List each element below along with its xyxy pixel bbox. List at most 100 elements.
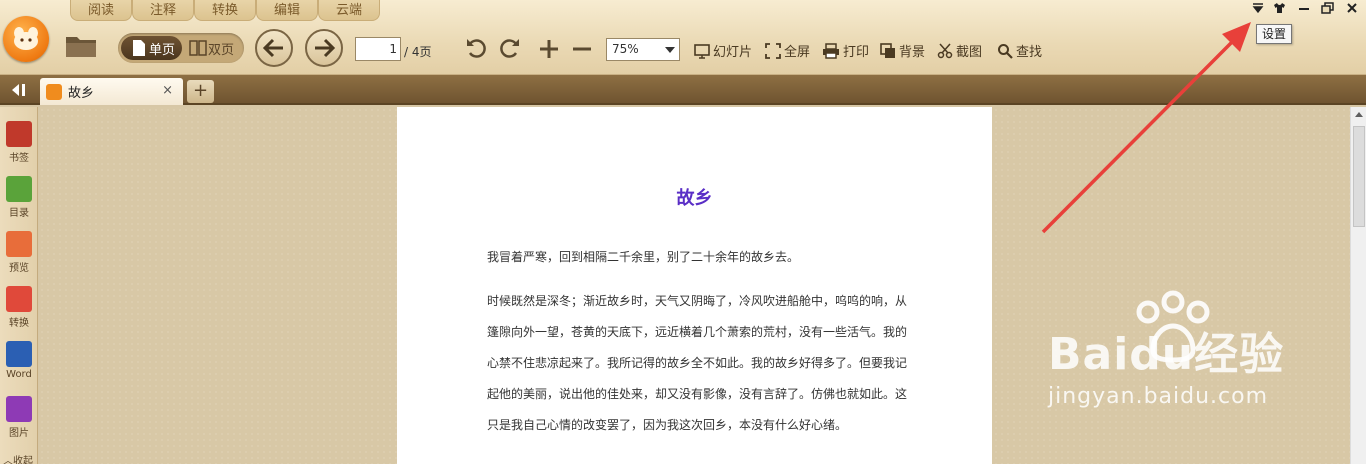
watermark-url: jingyan.baidu.com [1048,384,1269,409]
sidebar-item-label: 转换 [9,318,29,329]
slideshow-label: 幻灯片 [713,45,753,60]
chevron-down-icon [665,47,675,53]
zoom-in-button[interactable] [538,38,560,60]
document-tab[interactable]: 故乡 × [40,78,183,105]
word-icon [6,341,32,367]
double-page-button[interactable]: 双页 [186,36,242,60]
double-page-label: 双页 [208,42,235,58]
toc-icon [6,176,32,202]
close-tab-icon[interactable]: × [162,83,173,98]
print-label: 打印 [843,45,870,60]
new-tab-button[interactable]: + [187,80,214,103]
sidebar-item-image[interactable]: 图片 [0,396,38,439]
zoom-out-button[interactable] [571,38,593,60]
sidebar-collapse[interactable]: ︿收起 [0,452,38,464]
sidebar-collapse-label: 收起 [13,456,33,464]
scroll-up-arrow-icon[interactable] [1355,112,1363,117]
fullscreen-label: 全屏 [784,45,811,60]
next-page-button[interactable] [305,29,343,67]
settings-dropdown-icon [1252,3,1264,14]
previous-page-button[interactable] [255,29,293,67]
minimize-icon [1299,8,1309,10]
sidebar-item-label: 图片 [9,428,29,439]
sidebar-item-toc[interactable]: 目录 [0,176,38,219]
collapse-sidebar-button[interactable] [0,75,38,105]
rotate-right-button[interactable] [498,36,522,60]
menu-tab-convert[interactable]: 转换 [194,0,256,21]
menu-tab-edit[interactable]: 编辑 [256,0,318,21]
shirt-icon [1274,3,1285,13]
sidebar-item-label: 书签 [9,153,29,164]
sidebar-item-label: 预览 [9,263,29,274]
zoom-select[interactable]: 75% [606,38,680,61]
background-button[interactable]: 背景 [880,41,925,60]
document-page: 故乡 我冒着严寒，回到相隔二千余里，别了二十余年的故乡去。 时候既然是深冬；渐近… [397,107,992,464]
printer-icon [823,42,839,59]
app-logo[interactable] [3,16,49,62]
top-toolbar: 阅读 注释 转换 编辑 云端 单页 双页 1 / 4页 75% 幻灯片 全屏 打… [0,0,1366,75]
collapse-left-icon [12,84,25,96]
sidebar-item-convert[interactable]: 转换 [0,286,38,329]
menu-tab-annotate[interactable]: 注释 [132,0,194,21]
scissors-icon [937,43,953,58]
background-label: 背景 [899,45,926,60]
document-tab-title: 故乡 [68,86,95,101]
settings-menu-button[interactable] [1252,2,1264,17]
document-tab-bar: 故乡 × + [0,75,1366,105]
close-icon [1347,3,1357,13]
restore-button[interactable] [1321,2,1334,17]
fullscreen-icon [765,42,781,59]
search-icon [998,43,1013,59]
document-file-icon [46,83,62,100]
menu-tab-read[interactable]: 阅读 [70,0,132,21]
plus-icon [540,40,558,58]
close-button[interactable] [1346,2,1358,17]
screenshot-button[interactable]: 截图 [937,41,982,60]
vertical-scrollbar[interactable] [1350,107,1366,464]
menu-tabs: 阅读 注释 转换 编辑 云端 [70,0,380,21]
rotate-left-button[interactable] [464,36,488,60]
print-button[interactable]: 打印 [822,41,869,60]
fullscreen-button[interactable]: 全屏 [765,41,810,60]
background-icon [880,42,895,58]
minimize-button[interactable] [1298,2,1310,17]
menu-tab-cloud[interactable]: 云端 [318,0,380,21]
page-number-input[interactable]: 1 [355,37,401,61]
folder-icon [66,37,96,57]
rotate-right-icon [500,39,519,58]
restore-icon [1321,2,1334,14]
slideshow-button[interactable]: 幻灯片 [694,41,752,60]
bookmark-icon [6,121,32,147]
paragraph-2-line-4: 起他的美丽，说出他的佳处来，却又没有影像，没有言辞了。仿佛也就如此。这 [487,387,908,401]
arrow-left-icon [262,38,283,58]
slideshow-icon [694,43,710,59]
paragraph-2-line-1: 时候既然是深冬；渐近故乡时，天气又阴晦了，冷风吹进船舱中，呜呜的响，从 [487,294,908,308]
skin-button[interactable] [1273,2,1286,17]
zoom-value: 75% [612,42,639,56]
single-page-button[interactable]: 单页 [121,36,182,60]
find-button[interactable]: 查找 [997,41,1042,60]
paw-logo-icon [1136,290,1210,363]
sidebar-item-word[interactable]: Word [0,341,38,380]
open-folder-button[interactable] [64,32,98,60]
sidebar-item-bookmarks[interactable]: 书签 [0,121,38,164]
page-mode-toggle: 单页 双页 [118,33,244,63]
document-title: 故乡 [676,188,713,209]
paragraph-1: 我冒着严寒，回到相隔二千余里，别了二十余年的故乡去。 [487,250,800,264]
screenshot-label: 截图 [956,45,983,60]
arrow-right-icon [315,38,336,58]
paragraph-2-line-2: 篷隙向外一望，苍黄的天底下，远近横着几个萧索的荒村，没有一些活气。我的 [487,325,908,339]
settings-tooltip: 设置 [1256,24,1292,44]
paragraph-2-line-3: 心禁不住悲凉起来了。我所记得的故乡全不如此。我的故乡好得多了。但要我记 [487,356,908,370]
chevron-up-icon: ︿ [3,456,13,464]
sidebar-item-label: 目录 [9,208,29,219]
scrollbar-thumb[interactable] [1353,126,1365,227]
rotate-left-icon [467,39,486,58]
single-page-label: 单页 [149,42,176,58]
sidebar-item-preview[interactable]: 预览 [0,231,38,274]
image-icon [6,396,32,422]
double-page-icon [189,40,207,56]
pdf-to-word-icon [6,286,32,312]
sidebar-item-label: Word [6,369,32,380]
page-total-label: / 4页 [404,45,432,59]
